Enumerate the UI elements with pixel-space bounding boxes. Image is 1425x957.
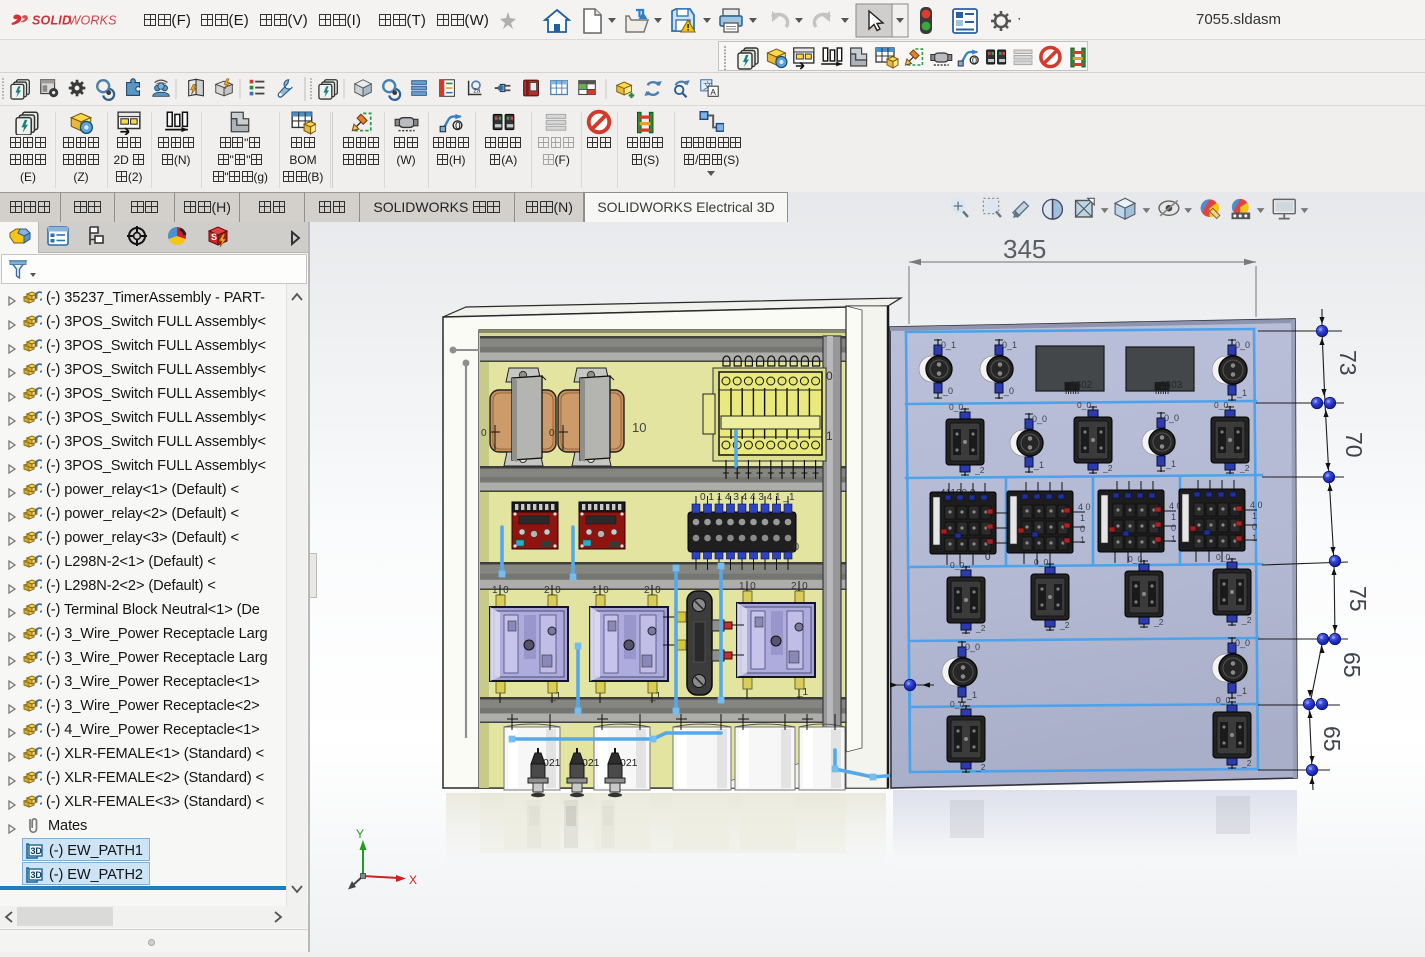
svg-text:_2: _2 (974, 465, 985, 475)
svg-text:0_0: 0_0 (1216, 552, 1230, 562)
svg-text:1_0: 1_0 (739, 581, 756, 592)
svg-text:1: 1 (1252, 511, 1257, 521)
svg-text:0 1 1 4 3 4 4 3 4 1 _1: 0 1 1 4 3 4 4 3 4 1 _1 (700, 492, 795, 503)
svg-text:0_0: 0_0 (949, 402, 963, 412)
svg-text:_1: _1 (1165, 459, 1176, 469)
svg-text:10: 10 (632, 420, 646, 435)
svg-text:0: 0 (1252, 522, 1257, 532)
svg-text:021: 021 (620, 757, 638, 769)
svg-text:0_0: 0_0 (1235, 340, 1250, 350)
svg-text:_2: _2 (1153, 617, 1164, 627)
svg-text:0_1: 0_1 (1002, 340, 1017, 350)
svg-text:2503: 2503 (1160, 380, 1183, 391)
svg-text:A: A (710, 88, 716, 97)
svg-text:0_0: 0_0 (1214, 400, 1228, 410)
svg-text:0_0: 0_0 (950, 699, 964, 709)
svg-text:_1: _1 (649, 691, 662, 702)
svg-text:4 0: 4 0 (1250, 500, 1263, 510)
svg-text:WORKS: WORKS (69, 14, 118, 28)
svg-text:_1: _1 (966, 690, 977, 700)
svg-text:S: S (211, 232, 217, 242)
svg-text:0: 0 (826, 369, 833, 383)
svg-text:1_0: 1_0 (592, 585, 609, 596)
svg-text:1: 1 (1171, 534, 1176, 544)
svg-text:_1: _1 (549, 691, 562, 702)
svg-text:0_0: 0_0 (1077, 400, 1091, 410)
svg-text:0: 0 (481, 428, 487, 439)
svg-text:2_0: 2_0 (791, 581, 808, 592)
svg-text:0: 0 (1171, 523, 1176, 533)
svg-text:2a: 2a (473, 88, 481, 95)
svg-text:_2: _2 (1241, 615, 1252, 625)
svg-text:_2: _2 (975, 623, 986, 633)
svg-text:X: X (409, 873, 417, 887)
svg-text:0_0: 0_0 (1216, 695, 1230, 705)
svg-text:3D: 3D (31, 846, 43, 856)
svg-text:0: 0 (549, 428, 555, 439)
svg-text:_1: _1 (1236, 686, 1247, 696)
svg-text:_1: _1 (796, 687, 809, 698)
svg-text:0_0: 0_0 (1034, 557, 1048, 567)
svg-text:2502: 2502 (1070, 380, 1093, 391)
svg-text:4 0: 4 0 (1078, 502, 1091, 512)
svg-text:0_1: 0_1 (941, 340, 956, 350)
svg-text:0: 0 (1080, 524, 1085, 534)
svg-text:_2: _2 (1241, 758, 1252, 768)
svg-text:021: 021 (582, 757, 600, 769)
svg-text:1: 1 (826, 429, 833, 443)
svg-text:3D: 3D (31, 870, 43, 880)
svg-text:1: 1 (1080, 513, 1085, 523)
svg-text:_0: _0 (942, 386, 953, 396)
svg-text:0_0: 0_0 (1128, 554, 1142, 564)
svg-text:0_0: 0_0 (965, 642, 980, 652)
svg-text:021: 021 (543, 757, 561, 769)
svg-text:0_0: 0_0 (1235, 638, 1250, 648)
svg-text:SOLID: SOLID (32, 14, 71, 28)
svg-text:1: 1 (1171, 512, 1176, 522)
svg-text:1: 1 (1080, 535, 1085, 545)
svg-text:0: 0 (972, 55, 977, 65)
svg-text:0: 0 (985, 552, 991, 563)
svg-text:_2: _2 (1102, 463, 1113, 473)
svg-text:0_0: 0_0 (1164, 413, 1179, 423)
svg-text:345: 345 (1003, 234, 1046, 264)
svg-text:1_0: 1_0 (492, 585, 509, 596)
svg-text:1: 1 (1252, 533, 1257, 543)
svg-text:_2: _2 (1059, 620, 1070, 630)
svg-text:70: 70 (1341, 432, 1367, 458)
svg-text:_1: _1 (1236, 388, 1247, 398)
svg-text:0_0: 0_0 (950, 560, 964, 570)
svg-text:65: 65 (1319, 726, 1345, 752)
svg-text:_0: _0 (1003, 386, 1014, 396)
svg-text:0_0: 0_0 (1032, 414, 1047, 424)
svg-text:0: 0 (455, 121, 461, 132)
svg-text:65: 65 (1339, 652, 1365, 678)
svg-text:_1: _1 (1033, 460, 1044, 470)
svg-text:_0: _0 (787, 542, 800, 553)
svg-text:73: 73 (1335, 350, 1361, 376)
svg-text:2_0: 2_0 (544, 585, 561, 596)
svg-text:2_0: 2_0 (644, 585, 661, 596)
svg-text:_2: _2 (975, 762, 986, 772)
svg-text:_2: _2 (1239, 463, 1250, 473)
svg-text:Y: Y (356, 827, 364, 841)
svg-text:75: 75 (1345, 586, 1371, 612)
